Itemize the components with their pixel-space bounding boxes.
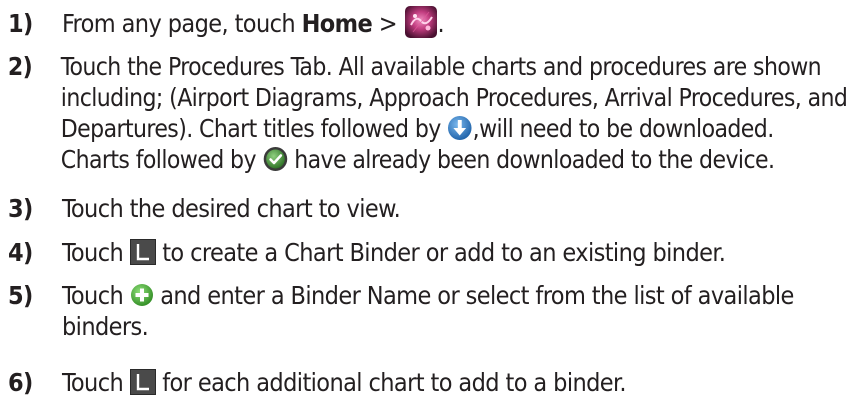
step-text: Touch to create a Chart Binder or add to… [62, 237, 726, 268]
step-text-part: > [372, 9, 404, 38]
step-text-line: Touch and enter a Binder Name or select [62, 280, 794, 311]
step-number: 6) [8, 368, 33, 397]
step-text-part: ,will need to be downloaded. [472, 114, 775, 143]
step-text-part: for each additional chart to add to a bi… [155, 368, 626, 397]
binder-icon [129, 239, 156, 265]
step-text-part: have already been downloaded to the devi… [287, 145, 775, 174]
step-text: Touch for each additional chart to add t… [62, 367, 627, 398]
step-number: 1) [8, 9, 33, 38]
step-text-part: . [437, 9, 445, 38]
step-text-part: Charts followed by [60, 145, 263, 174]
step-number: 5) [8, 281, 33, 310]
step-text-part: From any page, touch [62, 9, 302, 38]
step-text-part: Touch [62, 238, 130, 267]
add-plus-icon [130, 283, 154, 307]
step-number: 4) [8, 238, 33, 267]
step-text: Touch the Procedures Tab. All available … [61, 51, 848, 175]
step-text-line: Charts followed by have already been dow… [61, 144, 848, 175]
step-text-part: Touch [62, 368, 130, 397]
step-text-line: binders. [62, 312, 149, 341]
charts-app-icon [404, 5, 438, 39]
step-text-part: to create a Chart Binder or add to an ex… [155, 238, 726, 267]
step-text: From any page, touch Home > . [62, 5, 445, 42]
binder-icon [129, 369, 156, 395]
step-text: Touch the desired chart to view. [62, 194, 401, 223]
step-text-line: Touch the Procedures Tab. All available … [60, 52, 822, 81]
step-text-line: Departures). Chart titles followed by ,w… [61, 113, 848, 144]
step-text: Touch and enter a Binder Name or select [62, 280, 794, 342]
step-text-part: Departures). Chart titles followed by [60, 114, 448, 143]
home-label: Home [301, 9, 373, 38]
downloaded-check-icon [262, 146, 287, 172]
step-text-part: Touch [62, 281, 130, 310]
step-text-line: including; (Airport Diagrams, Approach P… [60, 83, 848, 112]
step-number: 2) [7, 52, 33, 81]
step-number: 3) [8, 194, 33, 223]
download-icon [447, 115, 472, 141]
step-text-part: and enter a Binder Name or select from t… [153, 281, 794, 310]
